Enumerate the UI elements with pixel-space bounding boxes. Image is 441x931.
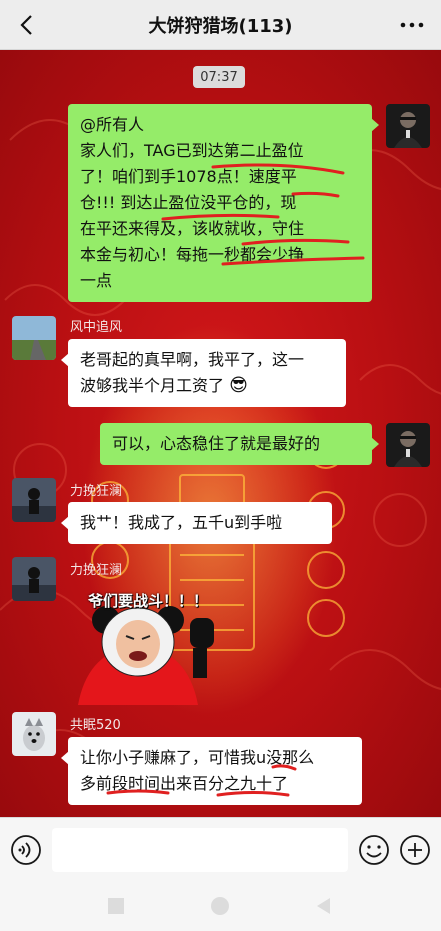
road-landscape-avatar-image <box>12 316 56 360</box>
message-line: 我艹！我成了，五千u到手啦 <box>80 513 283 532</box>
dog-avatar-image <box>12 712 56 756</box>
message-line: 波够我半个月工资了 😎 <box>80 373 334 399</box>
input-bar <box>0 817 441 881</box>
voice-icon <box>11 835 41 865</box>
avatar-fengzhongzhuifeng[interactable] <box>12 316 56 360</box>
sender-name: 共眠520 <box>70 718 121 733</box>
silhouette-avatar-image <box>12 557 56 601</box>
sender-name: 力挽狂澜 <box>70 484 123 499</box>
avatar-self[interactable] <box>386 423 430 467</box>
timestamp: 07:37 <box>193 66 245 88</box>
message-bubble-announcement[interactable]: @所有人 家人们，TAG已到达第二止盈位 了！咱们到手1078点！速度平 仓!!… <box>68 104 379 302</box>
chat-title: 大饼狩猎场(113) <box>148 15 293 37</box>
message-line: 老哥起的真早啊，我平了，这一 <box>80 350 305 369</box>
emoji-icon <box>359 835 389 865</box>
plus-icon <box>400 835 430 865</box>
sticker-caption: 爷们要战斗！！！ <box>88 592 209 610</box>
chevron-left-icon <box>20 15 32 35</box>
nav-home-icon <box>211 897 229 915</box>
nav-recent-icon <box>108 898 124 914</box>
nav-home-button[interactable] <box>209 895 231 917</box>
sender-name: 力挽狂澜 <box>70 563 123 578</box>
message-input[interactable] <box>52 828 348 872</box>
emoji-button[interactable] <box>358 834 390 866</box>
more-dots-icon <box>400 22 424 28</box>
system-nav-bar <box>0 881 441 931</box>
voice-button[interactable] <box>10 834 42 866</box>
sender-name: 风中追风 <box>70 320 123 335</box>
more-button[interactable] <box>395 10 429 40</box>
nav-back-button[interactable] <box>313 895 335 917</box>
red-underline-annotation <box>161 163 365 266</box>
back-button[interactable] <box>12 10 42 40</box>
avatar-self[interactable] <box>386 104 430 148</box>
nav-recent-button[interactable] <box>105 895 127 917</box>
message-line-text: 波够我半个月工资了 <box>80 376 225 395</box>
red-underline-annotation <box>106 764 297 797</box>
message-bubble[interactable]: 让你小子赚麻了，可惜我u没那么 多前段时间出来百分之九十了 <box>61 737 362 805</box>
sunglasses-emoji: 😎 <box>229 375 248 396</box>
more-actions-button[interactable] <box>399 834 431 866</box>
message-bubble[interactable]: 我艹！我成了，五千u到手啦 <box>61 502 332 544</box>
man-portrait-avatar-image <box>386 423 430 467</box>
chat-header: 大饼狩猎场(113) <box>0 0 441 50</box>
message-line: 可以，心态稳住了就是最好的 <box>112 434 321 453</box>
avatar-liwankuanglan[interactable] <box>12 557 56 601</box>
man-portrait-avatar-image <box>386 104 430 148</box>
avatar-liwankuanglan[interactable] <box>12 478 56 522</box>
silhouette-avatar-image <box>12 478 56 522</box>
message-bubble[interactable]: 老哥起的真早啊，我平了，这一 波够我半个月工资了 😎 <box>61 339 346 407</box>
message-bubble[interactable]: 可以，心态稳住了就是最好的 <box>100 423 379 465</box>
avatar-gongmian520[interactable] <box>12 712 56 756</box>
nav-back-icon <box>317 898 330 914</box>
